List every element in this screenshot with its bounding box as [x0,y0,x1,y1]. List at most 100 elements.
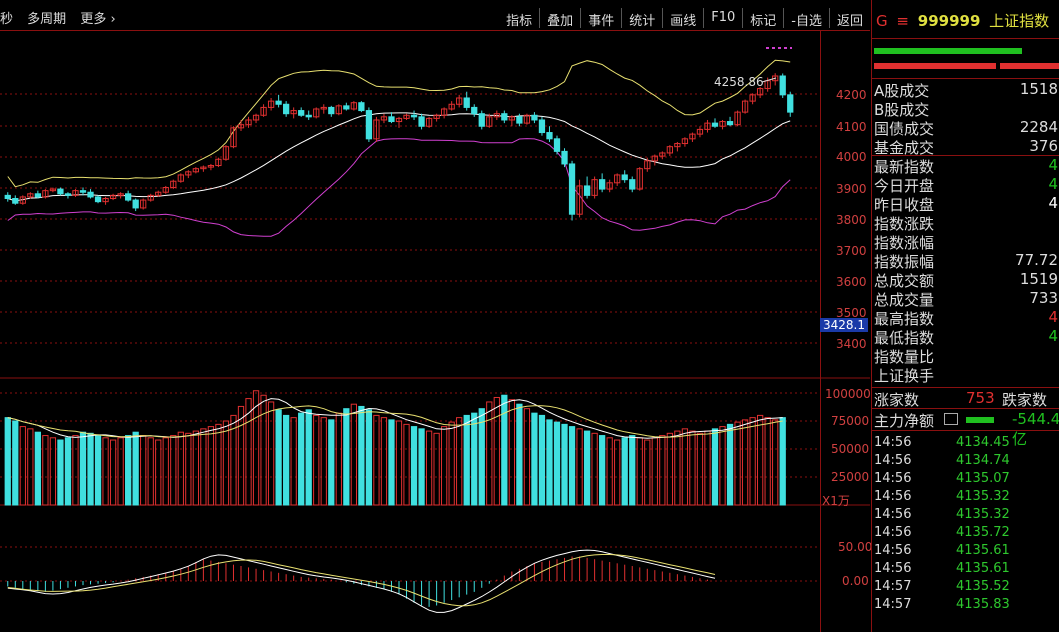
quote-row-label: 指数振幅 [874,253,935,271]
volume-bar [568,426,576,506]
tick-row: 14:56 4134.45 [874,435,1059,453]
main-flow-label: 主力净额 [874,412,935,430]
volume-bar [636,437,643,506]
tick-row: 14:56 4135.61 [874,543,1059,561]
volume-bar [621,437,628,506]
volume-bar [380,417,388,506]
candle-body [410,114,418,118]
volume-bar [42,435,49,506]
quote-row: 指数涨幅 [874,232,1059,252]
quote-row: 指数涨跌 [874,213,1059,233]
quote-row-label: 国债成交 [874,120,935,138]
draw-line-button[interactable]: 画线 [662,8,703,29]
index-name: 上证指数 [989,12,1050,30]
volume-bar [313,414,320,506]
event-button[interactable]: 事件 [580,8,621,29]
volume-bar [772,419,779,506]
candle-body [787,94,794,113]
tick-price: 4135.61 [956,561,1010,576]
volume-bar [343,408,350,506]
volume-bar [757,414,764,506]
mark-button[interactable]: 标记 [742,8,783,29]
volume-bar [681,428,689,506]
candle-body [12,198,19,204]
volume-bar [734,421,741,506]
candle-body [621,174,628,181]
more-menu[interactable]: 更多 › [80,12,115,27]
menu-icon[interactable]: ≡ [896,12,909,30]
candle-body [546,132,553,140]
quote-row-label: 总成交额 [874,272,935,290]
candle-body [726,121,734,126]
flow-bar [966,417,994,423]
candle-body [34,193,41,198]
volume-bar [12,420,19,506]
quote-row-label: 总成交量 [874,291,935,309]
volume-bar [508,399,515,506]
volume-bar [726,423,734,506]
index-code: 999999 [917,12,981,30]
quote-row: 基金成交 376 [874,137,1059,157]
f10-button[interactable]: F10 [703,8,742,28]
remove-watchlist-button[interactable]: -自选 [783,8,829,29]
quote-row-value: 4 [1048,308,1058,326]
volume-bar [591,432,598,506]
down-count-label: 跌家数 [1002,391,1048,409]
volume-bar [19,426,26,506]
quote-row: 总成交量 733 [874,289,1059,309]
volume-bar [125,435,132,506]
volume-bar [456,417,463,506]
volume-bar [147,437,154,506]
candle-body [4,194,11,200]
tick-row: 14:56 4135.61 [874,561,1059,579]
volume-bar [335,412,342,506]
volume-bar [523,408,531,506]
volume-bar [441,426,448,506]
volume-bar [764,417,771,506]
macd-axis-label: 50.00 [838,540,873,554]
volume-bar [614,439,621,506]
back-button[interactable]: 返回 [828,8,870,29]
volume-bar [516,403,523,506]
volume-bar [358,405,365,506]
volume-bar [87,432,94,506]
candle-body [516,116,523,124]
volume-axis-label: 100000 [825,387,871,401]
tick-price: 4134.74 [956,453,1010,468]
volume-bar [192,430,199,506]
volume-bar [34,431,41,506]
volume-bar [704,430,711,506]
volume-bar [117,437,124,506]
statistics-button[interactable]: 统计 [621,8,662,29]
quote-row: 最新指数 4 [874,156,1059,176]
quote-row-value: 1519 [1019,270,1058,288]
kline-chart[interactable]: 4258.86 [0,30,870,632]
candle-body [568,163,576,215]
candle-body [779,75,786,96]
candle-body [125,193,132,201]
quote-row-label: 最新指数 [874,158,935,176]
volume-bar [320,417,327,506]
volume-bar [741,419,749,506]
list-icon[interactable] [944,413,958,425]
overlay-button[interactable]: 叠加 [539,8,580,29]
volume-bar [666,432,673,506]
multi-period-tab[interactable]: 多周期 [27,12,66,27]
divider [872,408,1059,409]
tick-time: 14:56 [874,489,912,504]
seconds-tab[interactable]: 秒 [0,12,13,27]
quote-row: 指数振幅 77.72 [874,251,1059,271]
volume-bar [283,414,290,506]
volume-bar [629,435,636,506]
volume-ma5-line [7,398,783,439]
divider [872,38,1059,39]
up-count-value: 753 [966,389,995,407]
high-annotation-pointer [761,77,777,83]
volume-bar [538,414,546,506]
main-flow-row: 主力净额 -544.4亿 [874,410,1059,448]
quote-row: 上证换手 [874,365,1059,385]
price-axis-label: 4000 [836,150,867,164]
indicator-button[interactable]: 指标 [499,8,539,29]
candle-body [629,179,636,190]
tick-price: 4135.83 [956,597,1010,612]
